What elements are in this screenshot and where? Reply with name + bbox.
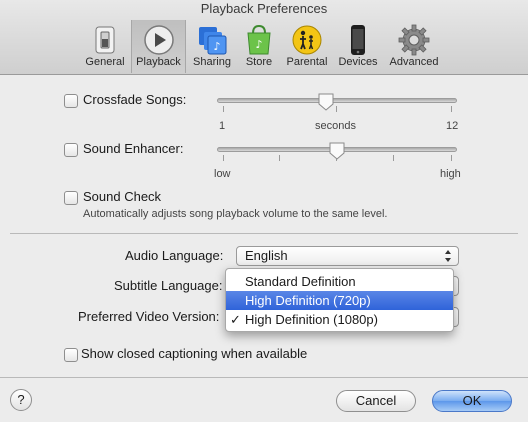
- crossfade-checkbox[interactable]: [64, 94, 78, 108]
- iphone-icon: [351, 25, 365, 55]
- sound-check-label: Sound Check: [83, 189, 162, 204]
- section-divider: [10, 233, 518, 234]
- toolbar-item-devices[interactable]: Devices: [334, 20, 382, 73]
- sound-check-description: Automatically adjusts song playback volu…: [83, 208, 388, 220]
- toolbar-label-playback: Playback: [136, 56, 181, 68]
- toolbar-label-parental: Parental: [286, 56, 328, 68]
- crossfade-slider-knob[interactable]: [318, 93, 334, 111]
- sound-enhancer-max-label: high: [440, 168, 461, 180]
- preferred-video-label: Preferred Video Version:: [78, 309, 220, 324]
- popup-arrows-icon: [445, 250, 451, 262]
- sound-enhancer-tick: [451, 155, 452, 161]
- toolbar-item-general[interactable]: General: [80, 20, 130, 73]
- svg-text:♪: ♪: [255, 38, 262, 51]
- crossfade-tick: [223, 106, 224, 112]
- footer-divider: [0, 377, 528, 378]
- menu-item-hd-720p[interactable]: High Definition (720p): [226, 291, 453, 310]
- gear-icon: [398, 24, 430, 56]
- audio-language-popup[interactable]: English: [236, 246, 459, 266]
- sound-enhancer-tick: [279, 155, 280, 161]
- play-icon: [143, 25, 174, 55]
- ok-button[interactable]: OK: [432, 390, 512, 412]
- parental-icon: [292, 25, 322, 55]
- subtitle-language-label: Subtitle Language:: [114, 278, 223, 293]
- crossfade-min-label: 1: [219, 120, 226, 132]
- audio-language-label: Audio Language:: [125, 248, 224, 263]
- sound-enhancer-label: Sound Enhancer:: [83, 141, 184, 156]
- toolbar-label-store: Store: [245, 56, 273, 68]
- sound-check-checkbox[interactable]: [64, 191, 78, 205]
- toolbar-item-advanced[interactable]: Advanced: [384, 20, 444, 73]
- menu-item-hd-1080p[interactable]: ✓ High Definition (1080p): [226, 310, 453, 329]
- crossfade-max-label: 12: [446, 120, 459, 132]
- window-title: Playback Preferences: [200, 1, 328, 16]
- toolbar-item-sharing[interactable]: ♪ Sharing: [188, 20, 236, 73]
- toolbar-label-sharing: Sharing: [193, 56, 231, 68]
- crossfade-mid-label: seconds: [315, 120, 356, 132]
- menu-item-label: High Definition (720p): [245, 293, 371, 308]
- sharing-icon: ♪: [199, 27, 227, 55]
- toolbar: Playback Preferences General Playback ♪: [0, 0, 528, 75]
- toolbar-item-parental[interactable]: Parental: [282, 20, 332, 73]
- toolbar-item-playback[interactable]: Playback: [131, 20, 186, 73]
- sound-enhancer-slider-knob[interactable]: [329, 142, 345, 160]
- checkmark-icon: ✓: [230, 312, 241, 327]
- crossfade-tick: [336, 106, 337, 112]
- toolbar-label-general: General: [85, 56, 125, 68]
- toolbar-label-advanced: Advanced: [389, 56, 439, 68]
- sound-enhancer-tick: [393, 155, 394, 161]
- menu-item-standard-definition[interactable]: Standard Definition: [226, 272, 453, 291]
- closed-captioning-checkbox[interactable]: [64, 348, 78, 362]
- sound-enhancer-tick: [223, 155, 224, 161]
- sound-enhancer-checkbox[interactable]: [64, 143, 78, 157]
- help-button[interactable]: ?: [10, 389, 32, 411]
- preferences-window: Playback Preferences General Playback ♪: [0, 0, 528, 422]
- crossfade-tick: [451, 106, 452, 112]
- sound-enhancer-min-label: low: [214, 168, 231, 180]
- audio-language-value: English: [245, 248, 288, 263]
- svg-text:♪: ♪: [213, 40, 220, 53]
- cancel-button[interactable]: Cancel: [336, 390, 416, 412]
- video-version-menu: Standard Definition High Definition (720…: [225, 268, 454, 332]
- crossfade-slider-track[interactable]: [217, 98, 457, 103]
- toolbar-label-devices: Devices: [338, 56, 378, 68]
- closed-captioning-label: Show closed captioning when available: [81, 346, 308, 361]
- switch-icon: [95, 26, 115, 54]
- menu-item-label: High Definition (1080p): [245, 312, 378, 327]
- menu-item-label: Standard Definition: [245, 274, 356, 289]
- shopping-bag-icon: ♪: [247, 24, 271, 55]
- crossfade-label: Crossfade Songs:: [83, 92, 187, 107]
- toolbar-item-store[interactable]: ♪ Store: [238, 20, 280, 73]
